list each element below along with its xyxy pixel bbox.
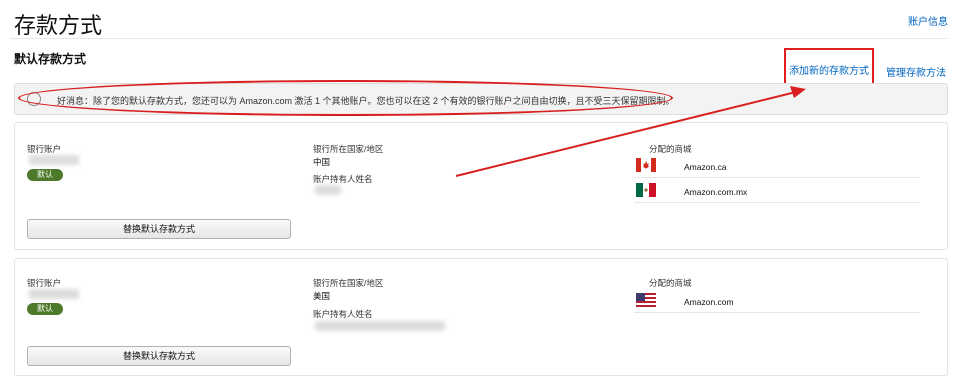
bank-account-label: 银行账户 [27, 144, 62, 154]
country-value: 美国 [313, 291, 331, 301]
store-row: Amazon.ca [634, 156, 920, 178]
page-title: 存款方式 [14, 13, 103, 38]
account-info-link[interactable]: 账户信息 [908, 13, 948, 28]
canada-flag-icon [636, 158, 656, 172]
top-divider [10, 38, 948, 39]
store-row: Amazon.com [634, 291, 920, 313]
usa-flag-icon [636, 293, 656, 307]
country-label: 银行所在国家/地区 [313, 278, 384, 288]
masked-account [29, 155, 79, 165]
mexico-flag-icon [636, 183, 656, 197]
annotation-ellipse [18, 80, 673, 116]
country-value: 中国 [313, 157, 331, 167]
store-name: Amazon.ca [684, 162, 727, 172]
store-name: Amazon.com [684, 297, 734, 307]
deposit-card-2: 银行账户 默认 银行所在国家/地区 美国 账户持有人姓名 分配的商城 替换默认存… [14, 258, 948, 376]
replace-default-button[interactable]: 替换默认存款方式 [27, 219, 291, 239]
holder-label: 账户持有人姓名 [313, 309, 373, 319]
bank-account-label: 银行账户 [27, 278, 62, 288]
masked-holder-name [315, 321, 445, 331]
default-badge: 默认 [27, 303, 63, 315]
masked-holder-name [315, 185, 341, 195]
masked-account [29, 289, 79, 299]
section-title: 默认存款方式 [14, 52, 87, 66]
manage-deposit-methods-link[interactable]: 管理存款方法 [884, 64, 948, 79]
holder-label: 账户持有人姓名 [313, 174, 373, 184]
default-badge: 默认 [27, 169, 63, 181]
stores-label: 分配的商城 [649, 278, 692, 288]
stores-label: 分配的商城 [649, 144, 692, 154]
replace-default-button[interactable]: 替换默认存款方式 [27, 346, 291, 366]
store-name: Amazon.com.mx [684, 187, 748, 197]
store-row: Amazon.com.mx [634, 181, 920, 203]
country-label: 银行所在国家/地区 [313, 144, 384, 154]
